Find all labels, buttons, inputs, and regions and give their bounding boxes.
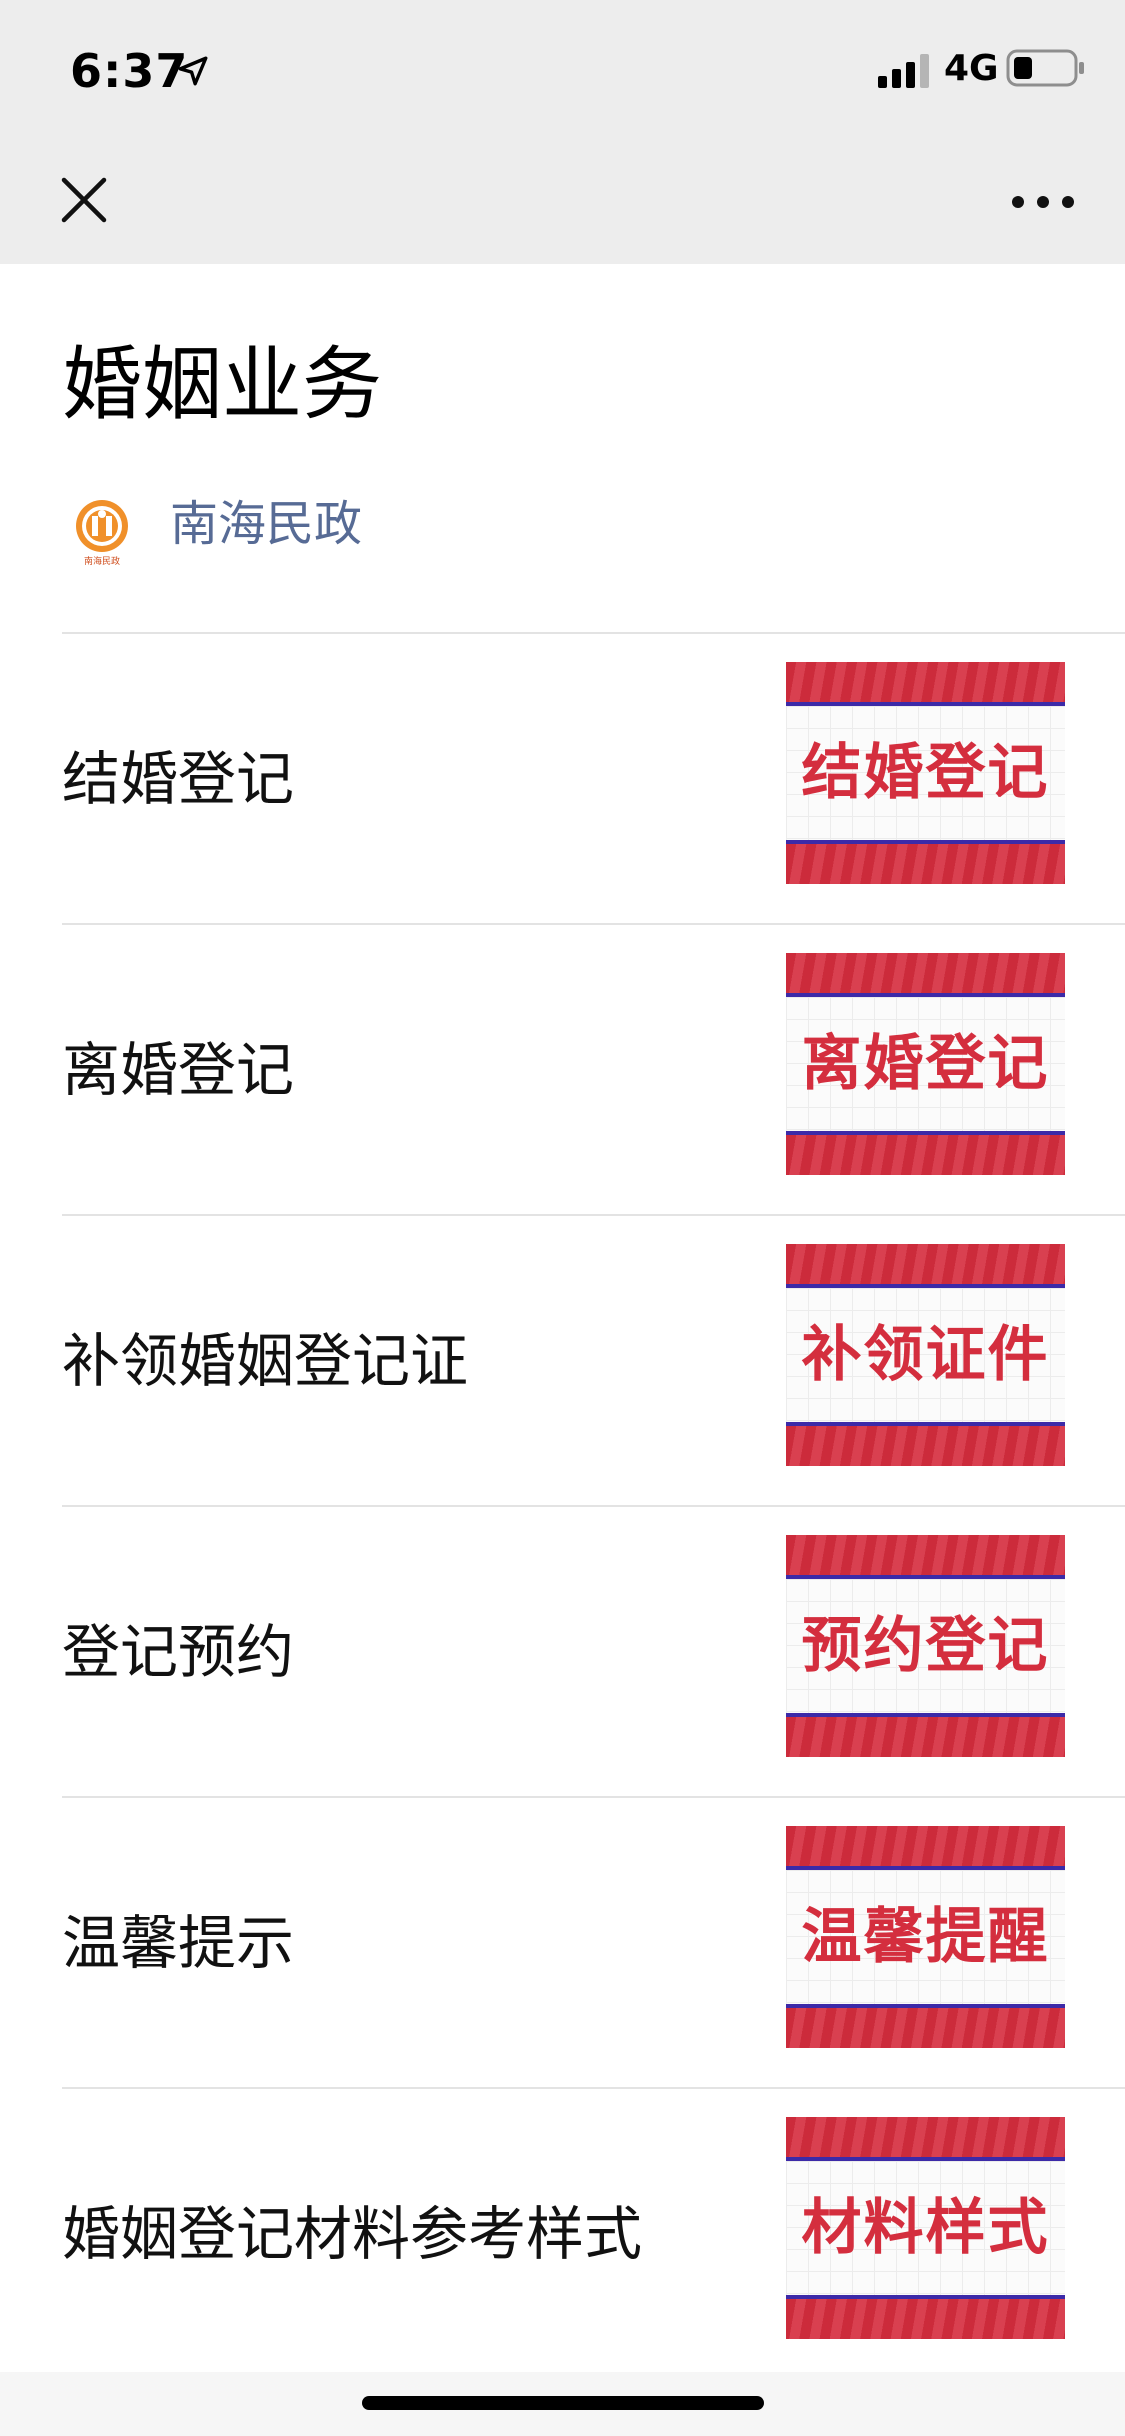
divider: [62, 2087, 1125, 2089]
top-bar: 6:37 4G: [0, 0, 1125, 264]
account-name-link[interactable]: 南海民政: [170, 494, 362, 554]
thumbnail-image: 预约登记: [786, 1535, 1065, 1757]
location-arrow-icon: [178, 56, 208, 86]
list-item-marriage-registration[interactable]: 结婚登记 结婚登记: [0, 632, 1125, 923]
thumb-band-bottom: [786, 2295, 1065, 2339]
list-item-label: 补领婚姻登记证: [62, 1327, 469, 1395]
divider: [62, 632, 1125, 634]
thumb-band-bottom: [786, 840, 1065, 884]
thumbnail-text: 结婚登记: [801, 738, 1050, 808]
thumbnail-image: 材料样式: [786, 2117, 1065, 2339]
divider: [62, 1505, 1125, 1507]
thumb-band-bottom: [786, 1131, 1065, 1175]
account-logo[interactable]: 南海民政: [70, 496, 134, 568]
thumbnail-image: 离婚登记: [786, 953, 1065, 1175]
list-item-material-samples[interactable]: 婚姻登记材料参考样式 材料样式: [0, 2087, 1125, 2378]
thumb-band-bottom: [786, 1422, 1065, 1466]
thumb-band-top: [786, 1244, 1065, 1288]
divider: [62, 1796, 1125, 1798]
thumbnail-text: 离婚登记: [801, 1029, 1050, 1099]
list-item-label: 登记预约: [62, 1618, 295, 1686]
home-indicator[interactable]: [362, 2396, 764, 2410]
close-icon[interactable]: [56, 172, 112, 228]
thumbnail-text: 材料样式: [801, 2193, 1050, 2263]
thumbnail-text: 温馨提醒: [801, 1902, 1050, 1972]
list-item-appointment[interactable]: 登记预约 预约登记: [0, 1505, 1125, 1796]
more-icon[interactable]: [1008, 182, 1078, 222]
thumb-band-top: [786, 1826, 1065, 1870]
network-type: 4G: [944, 48, 999, 89]
service-list: 结婚登记 结婚登记 离婚登记 离婚登记 补领婚姻登记证 补领证件 登记预约 预约…: [0, 632, 1125, 2378]
battery-icon: [1006, 49, 1084, 87]
status-bar: 6:37 4G: [0, 0, 1125, 132]
thumbnail-image: 结婚登记: [786, 662, 1065, 884]
thumb-band-top: [786, 953, 1065, 997]
thumbnail-image: 温馨提醒: [786, 1826, 1065, 2048]
thumb-band-top: [786, 2117, 1065, 2161]
thumb-band-bottom: [786, 1713, 1065, 1757]
list-item-label: 结婚登记: [62, 745, 295, 813]
page-title: 婚姻业务: [62, 338, 382, 431]
thumb-band-top: [786, 1535, 1065, 1579]
list-item-label: 温馨提示: [62, 1909, 295, 1977]
list-item-label: 离婚登记: [62, 1036, 295, 1104]
thumbnail-image: 补领证件: [786, 1244, 1065, 1466]
thumbnail-text: 补领证件: [801, 1320, 1050, 1390]
thumb-band-top: [786, 662, 1065, 706]
list-item-certificate-reissue[interactable]: 补领婚姻登记证 补领证件: [0, 1214, 1125, 1505]
status-time: 6:37: [70, 44, 189, 98]
nav-bar: [0, 132, 1125, 264]
divider: [62, 923, 1125, 925]
divider: [62, 1214, 1125, 1216]
list-item-label: 婚姻登记材料参考样式: [62, 2200, 643, 2268]
signal-icon: [878, 54, 929, 88]
list-item-tips[interactable]: 温馨提示 温馨提醒: [0, 1796, 1125, 2087]
account-logo-text: 南海民政: [84, 555, 120, 567]
thumbnail-text: 预约登记: [801, 1611, 1050, 1681]
thumb-band-bottom: [786, 2004, 1065, 2048]
list-item-divorce-registration[interactable]: 离婚登记 离婚登记: [0, 923, 1125, 1214]
